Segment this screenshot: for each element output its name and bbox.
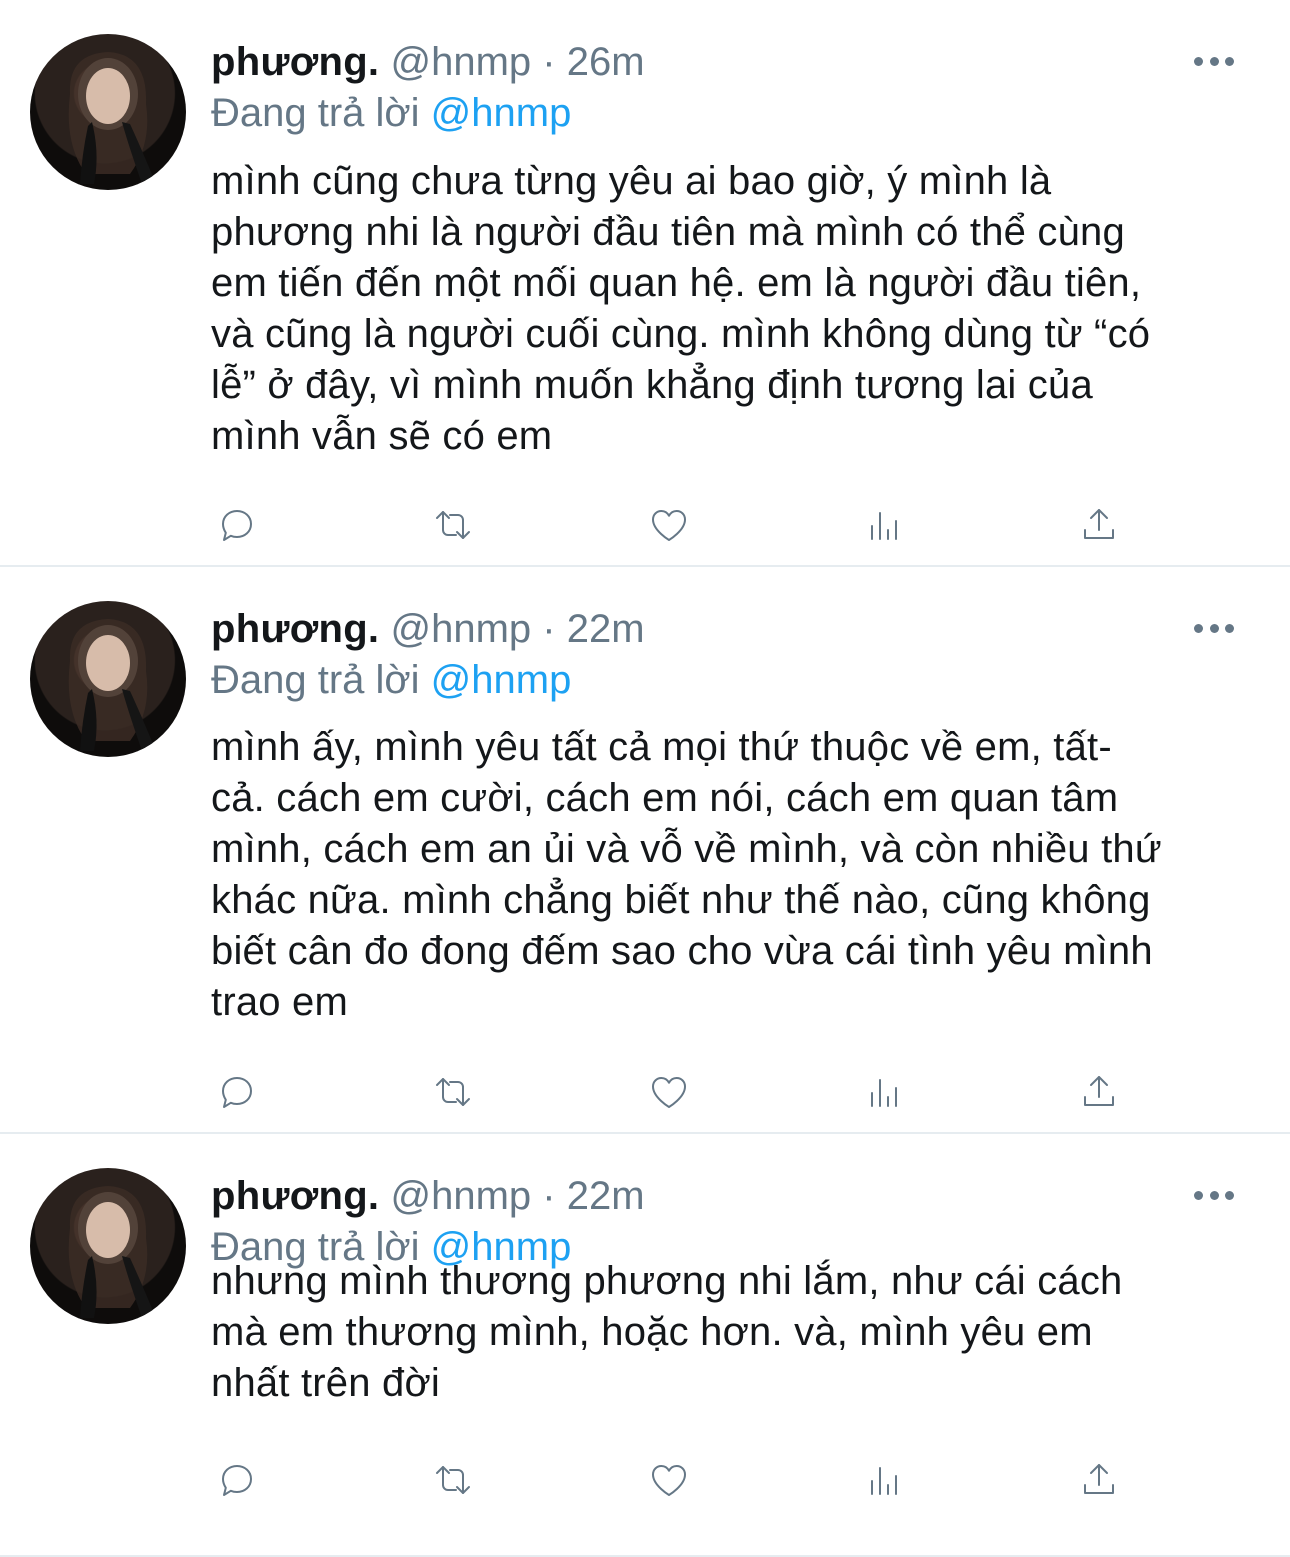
tweet-actions: [0, 1452, 1290, 1508]
tweet-text: mình cũng chưa từng yêu ai bao giờ, ý mì…: [211, 159, 1151, 458]
retweet-button[interactable]: [425, 497, 481, 553]
timestamp[interactable]: 22m: [567, 1174, 645, 1218]
tweet-header: phương. @hnmp · 22m: [211, 605, 645, 653]
avatar[interactable]: [30, 34, 186, 190]
tweet-actions: [0, 497, 1290, 553]
like-button[interactable]: [641, 1452, 697, 1508]
avatar[interactable]: [30, 601, 186, 757]
tweet-header: phương. @hnmp · 22m: [211, 1172, 645, 1220]
tweet-header: phương. @hnmp · 26m: [211, 38, 645, 86]
reply-mention-link[interactable]: @hnmp: [431, 91, 572, 135]
retweet-button[interactable]: [425, 1452, 481, 1508]
heart-icon: [652, 1077, 686, 1108]
separator: ·: [542, 1174, 556, 1218]
tweet-text: mình ấy, mình yêu tất cả mọi thứ thuộc v…: [211, 725, 1162, 1024]
heart-icon: [652, 510, 686, 541]
retweet-button[interactable]: [425, 1064, 481, 1120]
user-handle[interactable]: @hnmp: [390, 1174, 531, 1218]
tweet[interactable]: phương. @hnmp · 26m Đang trả lời @hnmp m…: [0, 0, 1290, 567]
tweet-text: nhưng mình thương phương nhi lắm, như cá…: [211, 1259, 1123, 1405]
tweet[interactable]: phương. @hnmp · 22m Đang trả lời @hnmp m…: [0, 567, 1290, 1134]
more-icon[interactable]: [1194, 1189, 1234, 1201]
user-handle[interactable]: @hnmp: [390, 40, 531, 84]
timestamp[interactable]: 22m: [567, 607, 645, 651]
tweet-actions: [0, 1064, 1290, 1120]
like-button[interactable]: [641, 497, 697, 553]
separator: ·: [542, 40, 556, 84]
user-handle[interactable]: @hnmp: [390, 607, 531, 651]
retweet-icon: [436, 1078, 470, 1106]
retweet-icon: [436, 1466, 470, 1494]
replying-prefix: Đang trả lời: [211, 91, 420, 135]
heart-icon: [652, 1465, 686, 1496]
analytics-button[interactable]: [857, 1064, 913, 1120]
display-name[interactable]: phương.: [211, 1174, 379, 1218]
more-icon[interactable]: [1194, 622, 1234, 634]
share-icon: [1084, 509, 1114, 539]
reply-icon: [222, 510, 252, 541]
analytics-button[interactable]: [857, 1452, 913, 1508]
reply-button[interactable]: [209, 497, 265, 553]
replying-to: Đang trả lời @hnmp: [211, 656, 571, 704]
analytics-button[interactable]: [857, 497, 913, 553]
more-icon[interactable]: [1194, 55, 1234, 67]
separator: ·: [542, 607, 556, 651]
share-button[interactable]: [1071, 497, 1127, 553]
replying-to: Đang trả lời @hnmp: [211, 89, 571, 137]
reply-icon: [222, 1077, 252, 1108]
timestamp[interactable]: 26m: [567, 40, 645, 84]
reply-mention-link[interactable]: @hnmp: [431, 658, 572, 702]
replying-prefix: Đang trả lời: [211, 658, 420, 702]
avatar[interactable]: [30, 1168, 186, 1324]
display-name[interactable]: phương.: [211, 607, 379, 651]
analytics-icon: [871, 512, 897, 540]
like-button[interactable]: [641, 1064, 697, 1120]
share-icon: [1084, 1076, 1114, 1106]
reply-icon: [222, 1465, 252, 1496]
reply-button[interactable]: [209, 1452, 265, 1508]
share-icon: [1084, 1464, 1114, 1494]
analytics-icon: [871, 1079, 897, 1107]
share-button[interactable]: [1071, 1452, 1127, 1508]
retweet-icon: [436, 511, 470, 539]
reply-button[interactable]: [209, 1064, 265, 1120]
share-button[interactable]: [1071, 1064, 1127, 1120]
timeline: phương. @hnmp · 26m Đang trả lời @hnmp m…: [0, 0, 1290, 1557]
display-name[interactable]: phương.: [211, 40, 379, 84]
analytics-icon: [871, 1467, 897, 1495]
tweet[interactable]: phương. @hnmp · 22m Đang trả lời @hnmp n…: [0, 1134, 1290, 1557]
